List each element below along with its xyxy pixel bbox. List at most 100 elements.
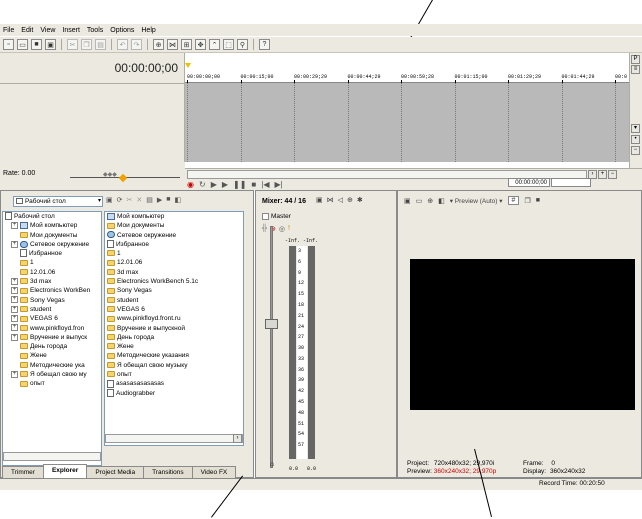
zoom-out-icon[interactable]: − [631, 146, 640, 155]
tree-item[interactable]: + Сетевое окружение [3, 240, 101, 249]
normal-edit-tool-icon[interactable]: ✥ [195, 39, 206, 50]
expand-icon[interactable]: + [11, 333, 18, 341]
redo-icon[interactable]: ↷ [131, 39, 142, 50]
save-icon[interactable]: ■ [31, 39, 42, 50]
menu-options[interactable]: Options [110, 27, 134, 34]
loop-icon[interactable]: ↻ [199, 180, 206, 189]
mixer-properties-icon[interactable]: ▣ [316, 196, 323, 204]
tree-item[interactable]: День города [3, 342, 101, 351]
explorer-location-box[interactable]: Рабочий стол ▾ [13, 196, 103, 207]
expand-icon[interactable]: + [11, 305, 18, 313]
delete-icon[interactable]: ✕ [136, 196, 142, 204]
pin-icon[interactable]: P [631, 55, 640, 64]
tree-item[interactable]: опыт [3, 379, 101, 388]
go-to-end-icon[interactable]: ▶| [274, 180, 282, 189]
scroll-down-icon[interactable]: ▾ [631, 124, 640, 133]
auto-preview-icon[interactable]: ◧ [175, 196, 182, 204]
timeline-track-area[interactable] [185, 83, 629, 162]
tab-transitions[interactable]: Transitions [143, 466, 193, 478]
properties-icon[interactable]: ▣ [45, 39, 56, 50]
expand-icon[interactable]: + [11, 324, 18, 332]
files-horizontal-scrollbar[interactable] [105, 434, 243, 443]
timeline-ruler[interactable]: 00:00:00;00 00:00:15;00 00:00:29;29 00:00:4… [185, 53, 629, 83]
explorer-file-list[interactable]: Мой компьютер Мои документы Сетевое окруже… [104, 211, 244, 446]
tree-item[interactable]: +3d max [3, 277, 101, 286]
volume-fader-track[interactable] [270, 226, 273, 468]
tree-item[interactable]: 1 [3, 258, 101, 267]
volume-fader-thumb[interactable] [265, 319, 278, 329]
cut-icon[interactable]: ✂ [67, 39, 78, 50]
file-list-item[interactable]: VEGAS 6 [105, 305, 243, 314]
play-from-start-icon[interactable]: ▶ [211, 180, 217, 189]
file-list-item[interactable]: Audiograbber [105, 388, 243, 398]
file-list-item[interactable]: Вручение и выпускной [105, 324, 243, 333]
tree-item[interactable]: + Вручение и выпуск [3, 333, 101, 342]
tree-item[interactable]: Избранное [3, 249, 101, 258]
cut-icon[interactable]: ✂ [127, 196, 133, 204]
tree-item[interactable]: + Electronics WorkBen [3, 286, 101, 295]
expand-icon[interactable]: + [11, 315, 18, 323]
copy-snapshot-icon[interactable]: ❐ [524, 197, 530, 205]
timeline-timecode[interactable]: 00:00:00;00 [115, 61, 178, 75]
refresh-icon[interactable]: ⟳ [117, 196, 123, 204]
expand-icon[interactable]: + [11, 287, 18, 295]
file-list-item[interactable]: 1 [105, 249, 243, 258]
tree-item[interactable]: Методические ука [3, 361, 101, 370]
record-icon[interactable]: ◉ [187, 180, 194, 189]
menu-tools[interactable]: Tools [87, 27, 103, 34]
preview-properties-icon[interactable]: ▣ [404, 197, 411, 205]
tree-item[interactable]: + www.pinkfloyd.fron [3, 324, 101, 333]
stop-icon[interactable]: ■ [166, 196, 170, 204]
pause-icon[interactable]: ❚❚ [233, 180, 246, 189]
mixer-downmix-icon[interactable]: ⋈ [327, 196, 334, 204]
copy-icon[interactable]: ❐ [81, 39, 92, 50]
zoom-timeline-out-icon[interactable]: − [608, 170, 617, 179]
preview-fx-icon[interactable]: ⊕ [427, 197, 433, 205]
expand-icon[interactable]: + [11, 370, 18, 378]
undo-icon[interactable]: ↶ [117, 39, 128, 50]
go-to-start-icon[interactable]: |◀ [261, 180, 269, 189]
files-scroll-right-icon[interactable]: › [233, 434, 242, 443]
file-list-item[interactable]: Методические указания [105, 351, 243, 360]
expand-icon[interactable]: + [11, 296, 18, 304]
bus-info-icon[interactable]: ! [288, 225, 290, 233]
zoom-timeline-in-icon[interactable]: + [598, 170, 607, 179]
expand-icon[interactable]: + [11, 222, 18, 230]
file-list-item[interactable]: Избранное [105, 240, 243, 249]
file-list-item[interactable]: опыт [105, 370, 243, 379]
file-list-item[interactable]: Sony Vegas [105, 286, 243, 295]
file-list-item[interactable]: Жене [105, 342, 243, 351]
transport-timecode-box-2[interactable] [551, 178, 591, 187]
rate-slider-thumb[interactable] [118, 173, 128, 183]
chevron-down-icon[interactable]: ▾ [98, 197, 101, 206]
zoom-tool-icon[interactable]: ⚲ [237, 39, 248, 50]
new-icon[interactable]: ▫ [3, 39, 14, 50]
auto-crossfades-icon[interactable]: ⋈ [167, 39, 178, 50]
transport-timecode-box[interactable]: 00:00:00;00 [508, 178, 550, 187]
mixer-insert-bus-icon[interactable]: ⊕ [347, 196, 353, 204]
tree-item[interactable]: Мои документы [3, 231, 101, 240]
envelope-tool-icon[interactable]: ⌃ [209, 39, 220, 50]
open-icon[interactable]: ▭ [17, 39, 28, 50]
file-list-item[interactable]: www.pinkfloyd.front.ru [105, 314, 243, 323]
file-list-item[interactable]: student [105, 296, 243, 305]
file-list-item[interactable]: Мои документы [105, 221, 243, 230]
video-preview-screen[interactable] [410, 259, 635, 410]
tree-horizontal-scrollbar[interactable] [3, 452, 101, 461]
tree-item[interactable]: + student [3, 305, 101, 314]
tab-trimmer[interactable]: Trimmer [2, 466, 44, 478]
bus-solo-icon[interactable]: ◎ [279, 225, 285, 233]
menu-help[interactable]: Help [141, 27, 155, 34]
play-icon[interactable]: ▶ [157, 196, 162, 204]
file-list-item[interactable]: asasasasasasas [105, 379, 243, 388]
mixer-dim-icon[interactable]: ◁ [338, 196, 343, 204]
play-icon[interactable]: ▶ [222, 180, 228, 189]
up-folder-icon[interactable]: ▣ [106, 196, 113, 204]
file-list-item[interactable]: Сетевое окружение [105, 231, 243, 240]
overlays-icon[interactable]: # [507, 196, 520, 205]
tab-video-fx[interactable]: Video FX [191, 466, 237, 478]
file-list-item[interactable]: 3d max [105, 268, 243, 277]
save-snapshot-icon[interactable]: ■ [536, 197, 540, 204]
tree-item[interactable]: + Я обещал свою му [3, 370, 101, 379]
menu-edit[interactable]: Edit [21, 27, 33, 34]
